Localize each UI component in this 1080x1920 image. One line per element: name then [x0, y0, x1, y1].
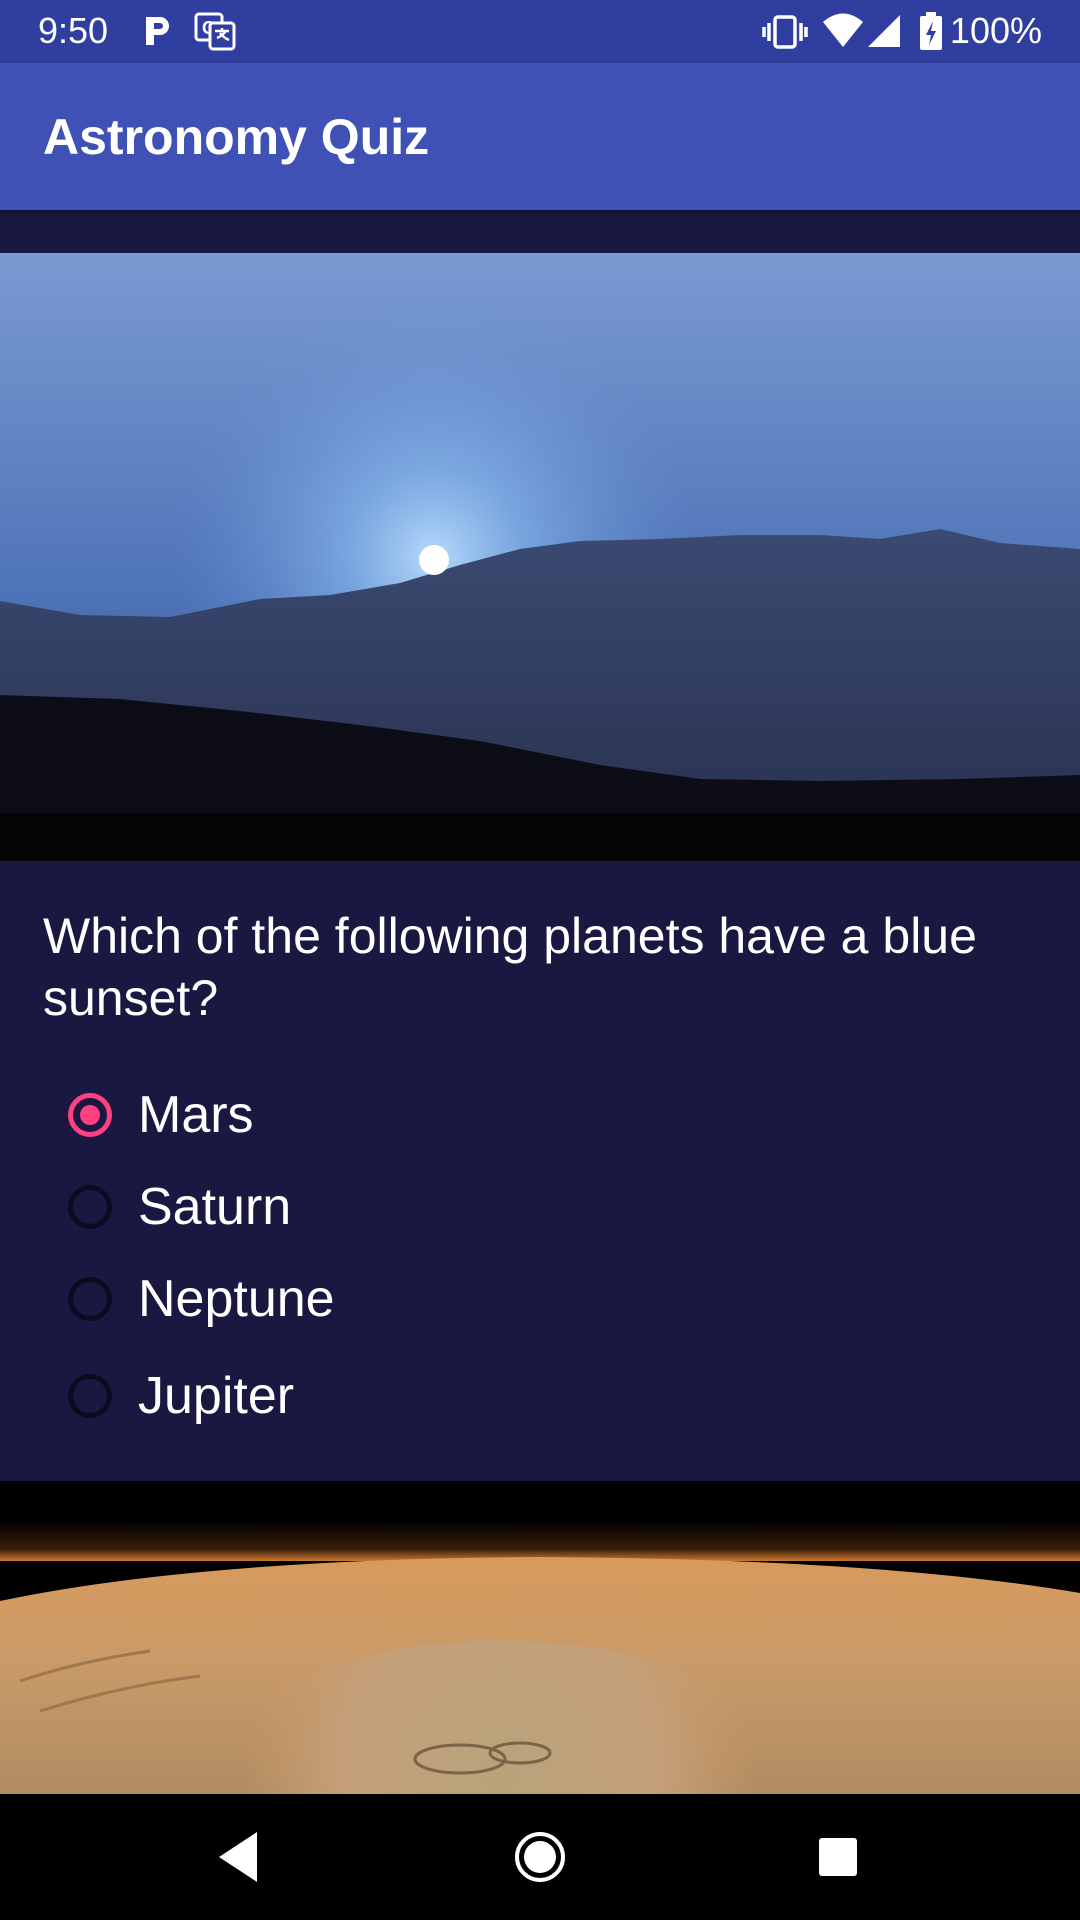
radio-button[interactable]: [68, 1185, 112, 1229]
home-icon[interactable]: [505, 1822, 575, 1892]
option-label: Jupiter: [138, 1367, 295, 1425]
option-label: Saturn: [138, 1178, 292, 1236]
back-icon[interactable]: [205, 1822, 275, 1892]
translate-icon: G: [194, 12, 236, 51]
radio-button[interactable]: [68, 1374, 112, 1418]
battery-percentage: 100%: [949, 10, 1042, 51]
battery-icon: [920, 12, 942, 50]
recents-icon[interactable]: [803, 1822, 873, 1892]
option-label: Mars: [138, 1086, 254, 1144]
status-time: 9:50: [38, 10, 109, 51]
screen: 9:50 G 100% Astronomy Quiz: [0, 0, 1080, 1920]
nav-bar: [0, 1794, 1080, 1920]
app-title: Astronomy Quiz: [43, 109, 430, 165]
status-bar: 9:50 G 100%: [0, 0, 1080, 63]
option-mars[interactable]: Mars: [68, 1079, 768, 1159]
radio-button-checked[interactable]: [68, 1093, 112, 1137]
mars-surface-image: [0, 1481, 1080, 1794]
sunset-image: [0, 253, 1080, 861]
option-neptune[interactable]: Neptune: [68, 1263, 768, 1343]
parking-icon: [146, 17, 169, 45]
option-saturn[interactable]: Saturn: [68, 1171, 768, 1251]
option-label: Neptune: [138, 1270, 335, 1328]
wifi-icon: [823, 13, 863, 47]
vibrate-icon: [762, 15, 808, 49]
option-jupiter[interactable]: Jupiter: [68, 1360, 768, 1440]
question-text: Which of the following planets have a bl…: [43, 908, 977, 1026]
signal-icon: [868, 15, 900, 47]
app-bar: Astronomy Quiz: [0, 63, 1080, 210]
radio-button[interactable]: [68, 1277, 112, 1321]
